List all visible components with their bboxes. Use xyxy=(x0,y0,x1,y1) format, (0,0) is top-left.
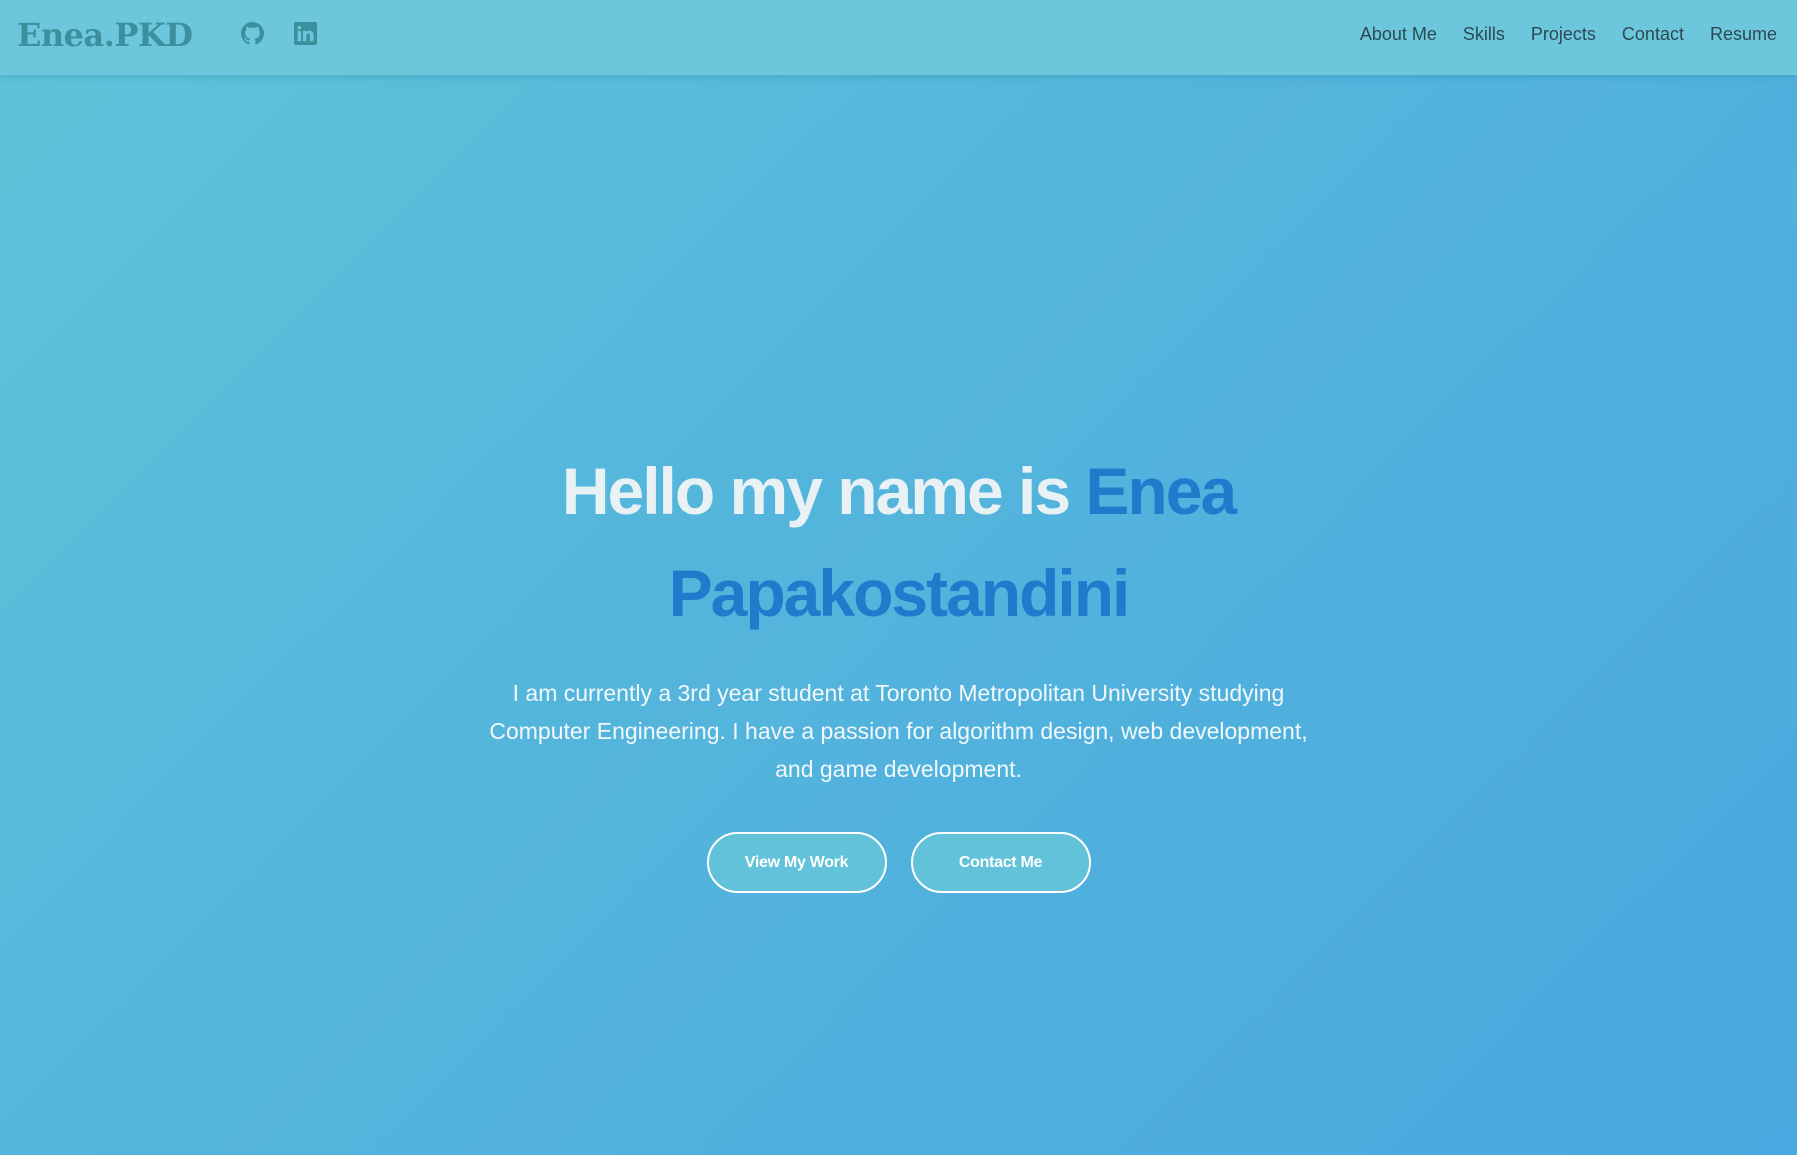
hero-description: I am currently a 3rd year student at Tor… xyxy=(489,680,1308,782)
nav-link-skills[interactable]: Skills xyxy=(1463,24,1505,45)
nav-link-projects[interactable]: Projects xyxy=(1531,24,1596,45)
contact-me-button[interactable]: Contact Me xyxy=(910,832,1091,893)
hero-greeting: Hello my name is xyxy=(561,454,1086,528)
top-navbar: Enea.PKD About Me Skills Projects Contac… xyxy=(0,0,1797,75)
nav-links: About Me Skills Projects Contact Resume xyxy=(1360,24,1777,45)
brand-logo[interactable]: Enea.PKD xyxy=(17,16,193,54)
nav-link-contact[interactable]: Contact xyxy=(1622,24,1684,45)
hero-buttons: View My Work Contact Me xyxy=(0,832,1797,893)
hero-heading: Hello my name is Enea Papakostandini xyxy=(519,440,1279,644)
linkedin-icon[interactable] xyxy=(293,22,317,45)
social-links xyxy=(240,22,317,45)
nav-link-resume[interactable]: Resume xyxy=(1710,24,1777,45)
nav-link-about-me[interactable]: About Me xyxy=(1360,24,1437,45)
github-icon[interactable] xyxy=(240,22,264,45)
hero-section: Hello my name is Enea Papakostandini I a… xyxy=(0,440,1797,893)
view-my-work-button[interactable]: View My Work xyxy=(706,832,887,893)
